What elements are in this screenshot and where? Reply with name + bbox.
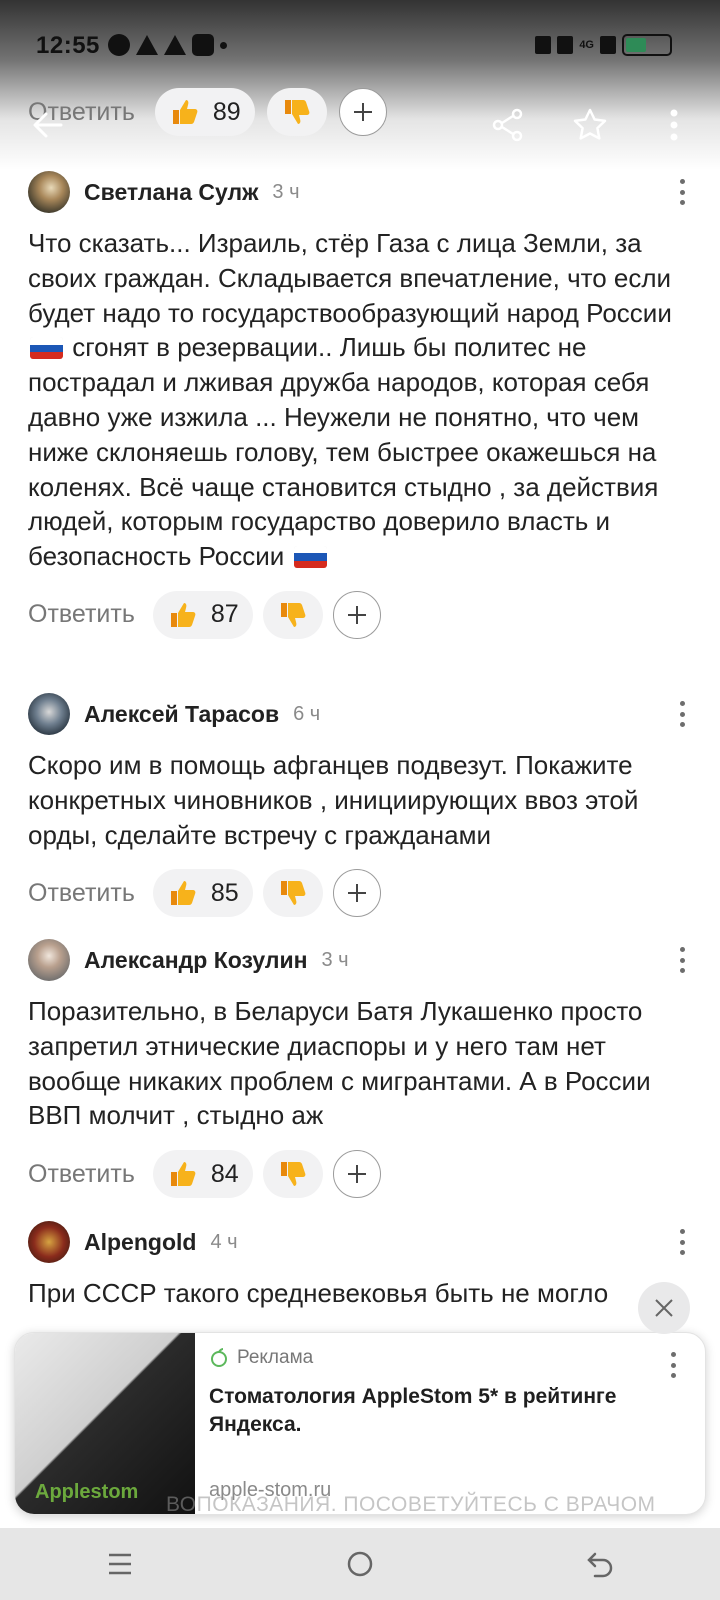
ad-title[interactable]: Стоматология AppleStom 5* в рейтинге Янд… [209, 1383, 685, 1439]
wifi-icon [535, 36, 552, 54]
app-notification-icon [192, 34, 214, 56]
thumbs-down-icon [280, 881, 306, 906]
comment-menu-button[interactable] [672, 1226, 692, 1258]
share-button[interactable] [478, 95, 538, 155]
thumbs-up-icon [170, 881, 196, 906]
thumbs-down-icon [280, 1162, 306, 1187]
ad-banner[interactable]: Applestom Реклама Стоматология AppleStom… [14, 1332, 706, 1515]
comment-menu-button[interactable] [672, 698, 692, 730]
reply-button[interactable]: Ответить [28, 879, 135, 908]
comment-header: Alpengold 4 ч [28, 1220, 692, 1264]
comment-text: Поразительно, в Беларуси Батя Лукашенко … [28, 996, 651, 1131]
add-reaction-button[interactable] [332, 869, 381, 918]
like-button[interactable]: 85 [152, 869, 253, 918]
share-icon [492, 108, 523, 142]
add-reaction-button[interactable] [332, 1150, 381, 1199]
top-toolbar [0, 95, 720, 165]
like-button[interactable]: 84 [152, 1150, 253, 1199]
back-button[interactable] [18, 95, 78, 155]
like-count: 87 [210, 600, 239, 629]
comment-text: При СССР такого средневековья быть не мо… [28, 1278, 609, 1308]
more-notifications-icon [220, 41, 227, 49]
comment-author[interactable]: Александр Козулин [84, 947, 308, 974]
volte-icon [557, 36, 574, 54]
network-type-label: 4G [579, 39, 594, 51]
comment-author[interactable]: Alpengold [84, 1229, 196, 1256]
avatar[interactable] [28, 939, 70, 981]
comment-time: 3 ч [272, 180, 300, 203]
dislike-button[interactable] [262, 869, 323, 918]
more-vertical-icon [670, 109, 678, 141]
add-reaction-button[interactable] [332, 590, 381, 639]
comment-time: 3 ч [321, 948, 349, 971]
comment-menu-button[interactable] [672, 944, 692, 976]
notification-icons [108, 34, 227, 56]
plus-icon [347, 1165, 366, 1184]
signal-icon [600, 36, 616, 54]
like-count: 84 [210, 1159, 239, 1188]
telegram-notification-icon [136, 35, 158, 55]
more-options-button[interactable] [644, 95, 704, 155]
like-button[interactable]: 87 [152, 590, 253, 639]
plus-icon [347, 605, 366, 624]
ad-label: Реклама [209, 1347, 685, 1369]
comment-header: Светлана Сулж 3 ч [28, 170, 692, 214]
comment-item: Alpengold 4 ч При СССР такого средневеко… [28, 1220, 692, 1311]
status-time: 12:55 [36, 32, 100, 59]
comment-item: Алексей Тарасов 6 ч Скоро им в помощь аф… [28, 692, 692, 918]
comment-actions: Ответить 85 [28, 868, 692, 918]
star-icon [573, 108, 607, 140]
back-icon [587, 1552, 613, 1578]
comment-header: Алексей Тарасов 6 ч [28, 692, 692, 736]
ad-close-button[interactable] [638, 1282, 690, 1334]
comment-time: 4 ч [210, 1230, 238, 1253]
comment-text: Скоро им в помощь афганцев подвезут. Пок… [28, 750, 639, 850]
comment-item: Светлана Сулж 3 ч Что сказать... Израиль… [28, 170, 692, 640]
comment-item: Александр Козулин 3 ч Поразительно, в Бе… [28, 938, 692, 1199]
recent-apps-icon [109, 1553, 131, 1575]
ad-content: Реклама Стоматология AppleStom 5* в рейт… [209, 1347, 685, 1439]
comment-time: 6 ч [293, 702, 321, 725]
comment-menu-button[interactable] [672, 176, 692, 208]
dislike-button[interactable] [262, 590, 323, 639]
avatar[interactable] [28, 1221, 70, 1263]
comment-author[interactable]: Светлана Сулж [84, 179, 258, 206]
chat-notification-icon [108, 34, 130, 56]
comment-actions: Ответить 84 [28, 1149, 692, 1199]
apple-logo-icon [211, 1348, 227, 1367]
thumbs-up-icon [170, 1162, 196, 1187]
ad-warning-text: ВОПОКАЗАНИЯ. ПОСОВЕТУЙТЕСЬ С ВРАЧОМ [166, 1493, 656, 1516]
ad-menu-button[interactable] [663, 1349, 683, 1381]
battery-icon [622, 34, 672, 56]
russia-flag-icon [30, 337, 63, 360]
comment-author[interactable]: Алексей Тарасов [84, 701, 279, 728]
comment-text: Что сказать... Израиль, стёр Газа с лица… [28, 228, 672, 572]
home-button[interactable] [330, 1539, 390, 1589]
close-icon [655, 1299, 673, 1317]
thumbs-down-icon [280, 602, 306, 627]
like-count: 85 [210, 878, 239, 907]
reply-button[interactable]: Ответить [28, 600, 135, 629]
back-nav-button[interactable] [570, 1539, 630, 1589]
comment-header: Александр Козулин 3 ч [28, 938, 692, 982]
russia-flag-icon [293, 546, 327, 569]
recent-apps-button[interactable] [90, 1539, 150, 1589]
warning-notification-icon [164, 35, 186, 55]
avatar[interactable] [28, 171, 70, 213]
dislike-button[interactable] [262, 1150, 323, 1199]
home-icon [347, 1551, 373, 1577]
ad-image[interactable]: Applestom [15, 1333, 195, 1514]
system-nav-bar [0, 1528, 720, 1600]
status-bar: 12:55 4G [0, 0, 720, 90]
avatar[interactable] [28, 693, 70, 735]
plus-icon [347, 884, 366, 903]
comment-actions: Ответить 87 [28, 590, 692, 640]
arrow-back-icon [33, 112, 63, 138]
system-icons: 4G [535, 34, 672, 56]
ad-image-logo: Applestom [35, 1481, 139, 1503]
reply-button[interactable]: Ответить [28, 1160, 135, 1189]
thumbs-up-icon [170, 602, 196, 627]
bookmark-button[interactable] [560, 95, 620, 155]
